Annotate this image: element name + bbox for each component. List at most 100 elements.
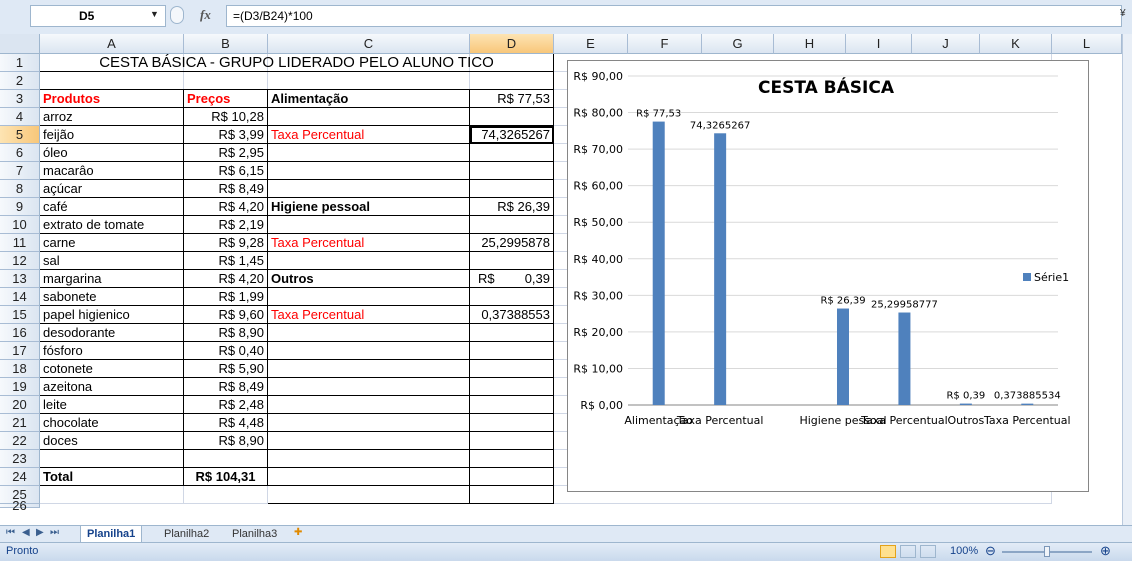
- product-name[interactable]: fósforo: [40, 342, 184, 360]
- insert-function-button[interactable]: fx: [200, 7, 211, 23]
- cell[interactable]: [470, 324, 554, 342]
- cell[interactable]: [268, 288, 470, 306]
- row-header-8[interactable]: 8: [0, 180, 40, 198]
- product-price[interactable]: R$ 6,15: [184, 162, 268, 180]
- product-name[interactable]: óleo: [40, 144, 184, 162]
- row-header-14[interactable]: 14: [0, 288, 40, 306]
- tab-planilha3[interactable]: Planilha3: [226, 526, 283, 542]
- product-price[interactable]: R$ 3,99: [184, 126, 268, 144]
- product-price[interactable]: R$ 4,48: [184, 414, 268, 432]
- zoom-slider-thumb[interactable]: [1044, 546, 1050, 557]
- product-name[interactable]: leite: [40, 396, 184, 414]
- formula-input[interactable]: =(D3/B24)*100: [226, 5, 1122, 27]
- cell[interactable]: [268, 108, 470, 126]
- column-header-j[interactable]: J: [912, 34, 980, 54]
- cell[interactable]: [268, 180, 470, 198]
- cell[interactable]: [268, 324, 470, 342]
- product-name[interactable]: carne: [40, 234, 184, 252]
- page-layout-view-icon[interactable]: [900, 545, 916, 558]
- column-header-e[interactable]: E: [554, 34, 628, 54]
- taxa-label[interactable]: Taxa Percentual: [268, 234, 470, 252]
- column-header-h[interactable]: H: [774, 34, 846, 54]
- product-price[interactable]: R$ 5,90: [184, 360, 268, 378]
- product-name[interactable]: papel higienico: [40, 306, 184, 324]
- row-header-19[interactable]: 19: [0, 378, 40, 396]
- product-name[interactable]: extrato de tomate: [40, 216, 184, 234]
- row-header-6[interactable]: 6: [0, 144, 40, 162]
- product-price[interactable]: R$ 2,19: [184, 216, 268, 234]
- product-name[interactable]: margarina: [40, 270, 184, 288]
- cell[interactable]: [268, 144, 470, 162]
- product-price[interactable]: R$ 2,95: [184, 144, 268, 162]
- row-header-11[interactable]: 11: [0, 234, 40, 252]
- product-price[interactable]: R$ 8,90: [184, 432, 268, 450]
- cell[interactable]: [470, 378, 554, 396]
- page-break-view-icon[interactable]: [920, 545, 936, 558]
- tab-planilha2[interactable]: Planilha2: [158, 526, 215, 542]
- product-name[interactable]: macarâo: [40, 162, 184, 180]
- row-header-15[interactable]: 15: [0, 306, 40, 324]
- taxa-label[interactable]: Taxa Percentual: [268, 306, 470, 324]
- row-header-22[interactable]: 22: [0, 432, 40, 450]
- formula-bar-toggle[interactable]: [170, 6, 184, 24]
- cell[interactable]: [470, 450, 554, 468]
- cell[interactable]: [268, 396, 470, 414]
- product-name[interactable]: sabonete: [40, 288, 184, 306]
- prices-header[interactable]: Preços: [184, 90, 268, 108]
- product-name[interactable]: azeitona: [40, 378, 184, 396]
- cell[interactable]: [470, 414, 554, 432]
- cell[interactable]: [470, 468, 554, 486]
- product-price[interactable]: R$ 4,20: [184, 198, 268, 216]
- sheet-title-cell[interactable]: CESTA BÁSICA - GRUPO LIDERADO PELO ALUNO…: [40, 54, 554, 72]
- cell[interactable]: [268, 468, 470, 486]
- cell[interactable]: [470, 252, 554, 270]
- column-header-d[interactable]: D: [470, 34, 554, 54]
- cell[interactable]: [40, 450, 184, 468]
- cell[interactable]: [470, 432, 554, 450]
- zoom-in-icon[interactable]: ⊕: [1100, 543, 1111, 559]
- cell[interactable]: [470, 216, 554, 234]
- row-header-7[interactable]: 7: [0, 162, 40, 180]
- product-price[interactable]: R$ 8,49: [184, 378, 268, 396]
- row-header-2[interactable]: 2: [0, 72, 40, 90]
- column-header-a[interactable]: A: [40, 34, 184, 54]
- row-header-17[interactable]: 17: [0, 342, 40, 360]
- category-higiene[interactable]: Higiene pessoal: [268, 198, 470, 216]
- total-value[interactable]: R$ 104,31: [184, 468, 268, 486]
- row-header-1[interactable]: 1: [0, 54, 40, 72]
- cell[interactable]: [470, 486, 554, 504]
- cell[interactable]: [184, 486, 268, 504]
- product-price[interactable]: R$ 10,28: [184, 108, 268, 126]
- cell[interactable]: [470, 162, 554, 180]
- column-header-g[interactable]: G: [702, 34, 774, 54]
- cell[interactable]: [268, 414, 470, 432]
- row-header-18[interactable]: 18: [0, 360, 40, 378]
- total-label[interactable]: Total: [40, 468, 184, 486]
- row-header-20[interactable]: 20: [0, 396, 40, 414]
- zoom-level[interactable]: 100%: [950, 545, 978, 557]
- product-name[interactable]: arroz: [40, 108, 184, 126]
- row-header-21[interactable]: 21: [0, 414, 40, 432]
- cell[interactable]: [268, 432, 470, 450]
- product-price[interactable]: R$ 8,49: [184, 180, 268, 198]
- row-header-13[interactable]: 13: [0, 270, 40, 288]
- cell[interactable]: [40, 486, 184, 504]
- value-alimentacao[interactable]: R$ 77,53: [470, 90, 554, 108]
- tab-scroll-last-icon[interactable]: ⏭: [50, 527, 59, 538]
- product-price[interactable]: R$ 0,40: [184, 342, 268, 360]
- product-price[interactable]: R$ 1,99: [184, 288, 268, 306]
- cell[interactable]: [40, 72, 554, 90]
- category-alimentacao[interactable]: Alimentação: [268, 90, 470, 108]
- chevron-down-icon[interactable]: ▼: [150, 9, 159, 19]
- category-outros[interactable]: Outros: [268, 270, 470, 288]
- row-header-10[interactable]: 10: [0, 216, 40, 234]
- cell[interactable]: [268, 162, 470, 180]
- product-name[interactable]: açúcar: [40, 180, 184, 198]
- column-header-c[interactable]: C: [268, 34, 470, 54]
- cell[interactable]: [268, 252, 470, 270]
- product-name[interactable]: cotonete: [40, 360, 184, 378]
- cell[interactable]: [268, 216, 470, 234]
- cell[interactable]: [470, 108, 554, 126]
- cell[interactable]: [470, 360, 554, 378]
- products-header[interactable]: Produtos: [40, 90, 184, 108]
